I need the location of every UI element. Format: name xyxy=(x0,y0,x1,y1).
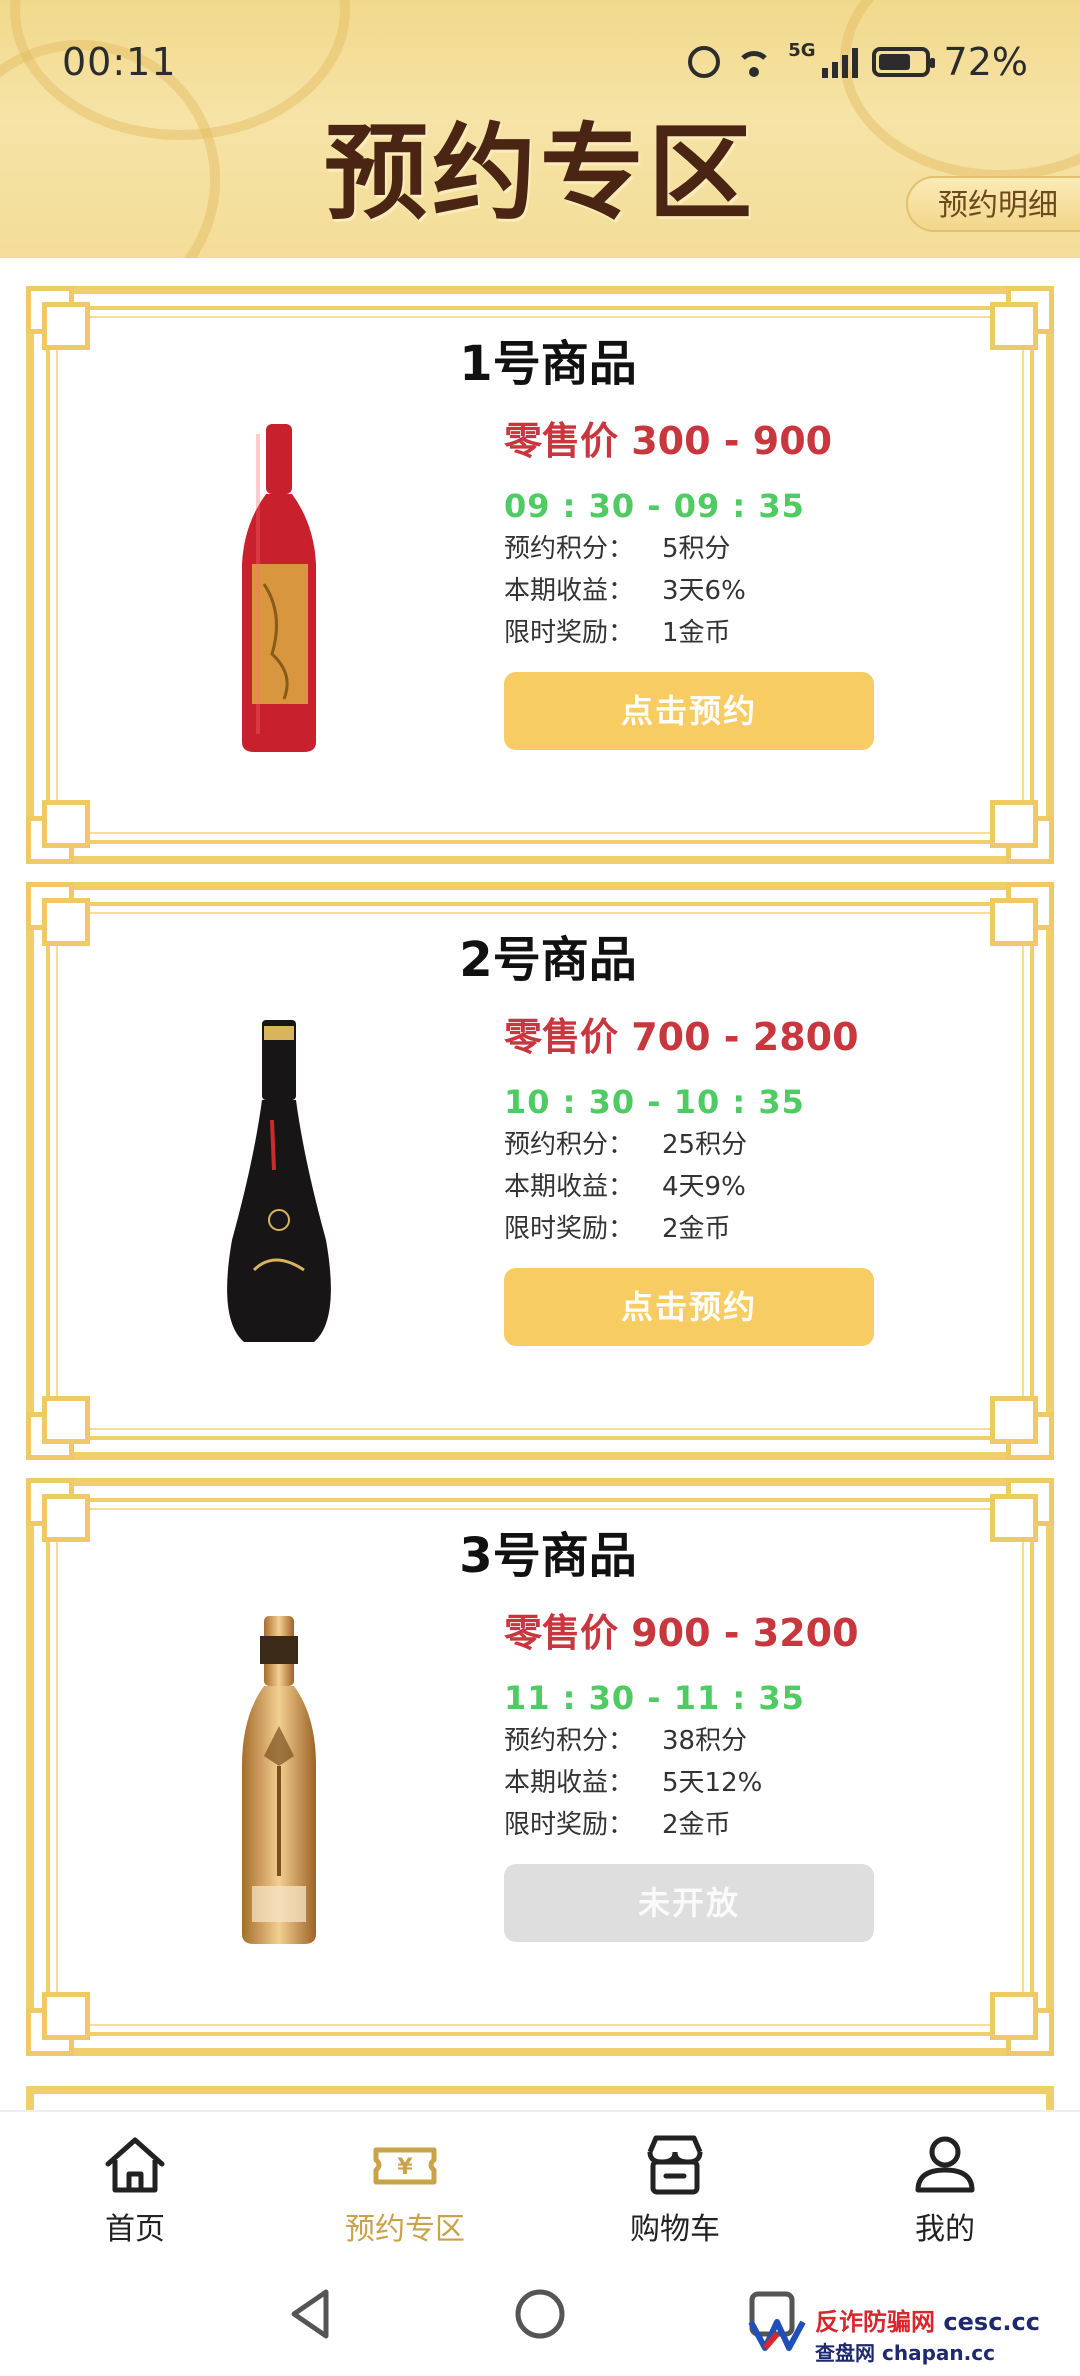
nav-label-cart: 购物车 xyxy=(630,2212,720,2247)
reward-label: 限时奖励： xyxy=(504,1214,635,1244)
corner-ornament xyxy=(990,800,1054,864)
wine-bottle-image xyxy=(224,424,334,754)
bottom-nav: 首页 ¥ 预约专区 购物车 我的 xyxy=(0,2110,1080,2260)
points-row: 预约积分： 25积分 xyxy=(504,1124,1024,1166)
corner-ornament xyxy=(990,1992,1054,2056)
wifi-icon xyxy=(734,47,774,77)
nav-label-profile: 我的 xyxy=(915,2212,975,2247)
wine-bottle-image xyxy=(224,1616,334,1946)
reward-row: 限时奖励： 2金币 xyxy=(504,1208,1024,1250)
corner-ornament xyxy=(26,1396,90,1460)
wine-bottle-image xyxy=(214,1020,344,1350)
earnings-value: 5天12% xyxy=(662,1768,763,1798)
reserve-button[interactable]: 点击预约 xyxy=(504,1268,874,1346)
product-info: 零售价 700 - 2800 10 : 30 - 10 : 35 预约积分： 25… xyxy=(504,1010,1024,1346)
corner-ornament xyxy=(26,800,90,864)
reward-row: 限时奖励： 1金币 xyxy=(504,612,1024,654)
reservation-time: 11 : 30 - 11 : 35 xyxy=(504,1679,805,1717)
reservation-time: 10 : 30 - 10 : 35 xyxy=(504,1083,805,1121)
product-info: 零售价 900 - 3200 11 : 30 - 11 : 35 预约积分： 38… xyxy=(504,1606,1024,1942)
product-name: 3号商品 xyxy=(459,1528,637,1584)
nav-item-reservation[interactable]: ¥ 预约专区 xyxy=(270,2112,540,2260)
signal-icon xyxy=(821,46,858,78)
watermark-domain1: cesc.cc xyxy=(943,2308,1040,2336)
reward-row: 限时奖励： 2金币 xyxy=(504,1804,1024,1846)
home-icon xyxy=(105,2137,165,2193)
retail-price: 零售价 900 - 3200 xyxy=(504,1611,859,1655)
points-label: 预约积分： xyxy=(504,1726,635,1756)
product-card: 1号商品 零售价 300 - 900 09 : 30 - 09 : 35 预约积… xyxy=(26,286,1054,864)
nav-item-cart[interactable]: 购物车 xyxy=(540,2112,810,2260)
earnings-row: 本期收益： 5天12% xyxy=(504,1762,1024,1804)
product-name: 2号商品 xyxy=(459,932,637,988)
retail-price: 零售价 700 - 2800 xyxy=(504,1015,859,1059)
status-icons: 5G 72% xyxy=(688,40,1028,84)
earnings-row: 本期收益： 4天9% xyxy=(504,1166,1024,1208)
points-value: 25积分 xyxy=(662,1130,748,1160)
reservation-details-button[interactable]: 预约明细 xyxy=(906,176,1080,232)
not-open-button[interactable]: 未开放 xyxy=(504,1864,874,1942)
nav-item-profile[interactable]: 我的 xyxy=(810,2112,1080,2260)
watermark-text: 反诈防骗网 cesc.cc 查盘网 chapan.cc xyxy=(815,2302,1040,2366)
points-row: 预约积分： 5积分 xyxy=(504,528,1024,570)
header: 00:11 5G 72% 预约专区 预约明细 xyxy=(0,0,1080,258)
watermark: 反诈防骗网 cesc.cc 查盘网 chapan.cc xyxy=(747,2302,1040,2366)
app-screen: 00:11 5G 72% 预约专区 预约明细 1号商品 零售价 300 - 90… xyxy=(0,0,1080,2376)
points-label: 预约积分： xyxy=(504,1130,635,1160)
ticket-icon: ¥ xyxy=(373,2147,437,2185)
alarm-icon xyxy=(688,46,721,78)
earnings-value: 4天9% xyxy=(662,1172,746,1202)
earnings-value: 3天6% xyxy=(662,576,746,606)
reward-value: 2金币 xyxy=(662,1810,731,1840)
corner-ornament xyxy=(990,1396,1054,1460)
nav-label-reservation: 预约专区 xyxy=(345,2212,465,2247)
watermark-line1: 反诈防骗网 xyxy=(815,2308,936,2336)
product-card: 2号商品 零售价 700 - 2800 10 : 30 - 10 : 35 预约… xyxy=(26,882,1054,1460)
battery-icon xyxy=(871,47,935,77)
status-time: 00:11 xyxy=(62,40,177,84)
watermark-logo-icon xyxy=(748,2319,806,2351)
reservation-time: 09 : 30 - 09 : 35 xyxy=(504,487,805,525)
reward-value: 1金币 xyxy=(662,618,731,648)
corner-ornament xyxy=(26,1992,90,2056)
points-value: 5积分 xyxy=(662,534,731,564)
retail-price: 零售价 300 - 900 xyxy=(504,419,833,463)
product-name: 1号商品 xyxy=(459,336,637,392)
nav-label-home: 首页 xyxy=(105,2212,165,2247)
watermark-line2: 查盘网 xyxy=(815,2341,876,2365)
earnings-row: 本期收益： 3天6% xyxy=(504,570,1024,612)
points-row: 预约积分： 38积分 xyxy=(504,1720,1024,1762)
reward-label: 限时奖励： xyxy=(504,1810,635,1840)
product-info: 零售价 300 - 900 09 : 30 - 09 : 35 预约积分： 5积分… xyxy=(504,414,1024,750)
earnings-label: 本期收益： xyxy=(504,1768,635,1798)
watermark-domain2: chapan.cc xyxy=(882,2341,995,2365)
nav-item-home[interactable]: 首页 xyxy=(0,2112,270,2260)
earnings-label: 本期收益： xyxy=(504,1172,635,1202)
network-type: 5G xyxy=(788,40,816,61)
points-value: 38积分 xyxy=(662,1726,748,1756)
reward-value: 2金币 xyxy=(662,1214,731,1244)
back-icon[interactable] xyxy=(282,2284,338,2344)
svg-text:¥: ¥ xyxy=(397,2155,413,2180)
home-circle-icon[interactable] xyxy=(510,2284,570,2344)
product-card: 3号商品 零售价 900 - 3200 11: 30 - 11: 35 预约… xyxy=(26,1478,1054,2056)
earnings-label: 本期收益： xyxy=(504,576,635,606)
reserve-button[interactable]: 点击预约 xyxy=(504,672,874,750)
user-icon xyxy=(915,2136,975,2193)
points-label: 预约积分： xyxy=(504,534,635,564)
store-cart-icon xyxy=(647,2135,703,2195)
battery-percentage: 72% xyxy=(943,40,1028,84)
reward-label: 限时奖励： xyxy=(504,618,635,648)
